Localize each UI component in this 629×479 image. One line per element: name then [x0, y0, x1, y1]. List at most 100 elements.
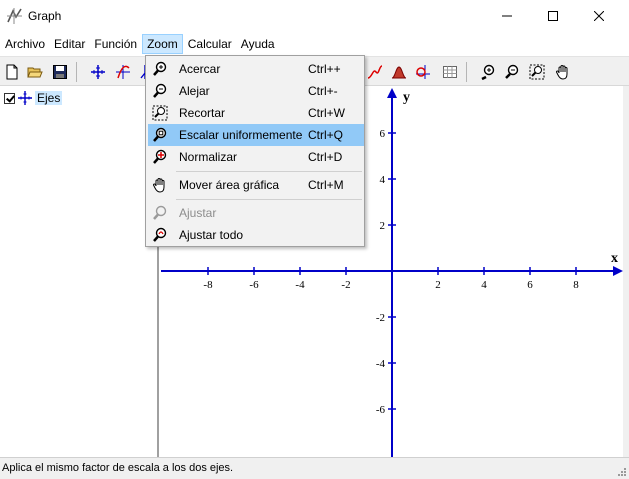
- menu-item-label: Recortar: [179, 106, 226, 120]
- menu-ayuda[interactable]: Ayuda: [237, 34, 279, 54]
- graph-app-icon: [7, 8, 22, 24]
- move-area-button[interactable]: [553, 62, 573, 82]
- maximize-button[interactable]: [530, 0, 576, 32]
- zoom-fit-icon: [151, 204, 169, 222]
- window-title: Graph: [28, 9, 62, 23]
- menu-editar[interactable]: Editar: [50, 34, 89, 54]
- graph-elements-tree[interactable]: Ejes: [0, 86, 159, 457]
- y-axis-arrow: [387, 88, 397, 98]
- menu-item-label: Ajustar todo: [179, 228, 244, 242]
- menu-separator: [176, 199, 362, 200]
- x-tick-label: -4: [295, 279, 305, 291]
- menu-item-label: Mover área gráfica: [179, 178, 280, 192]
- tree-item-axes[interactable]: Ejes: [4, 90, 63, 106]
- menu-item-normalizar[interactable]: Normalizar Ctrl+D: [148, 146, 364, 168]
- menu-bar: Archivo Editar Función Zoom Calcular Ayu…: [0, 33, 629, 55]
- save-button[interactable]: [50, 62, 70, 82]
- status-text: Aplica el mismo factor de escala a los d…: [2, 462, 234, 474]
- point-series-icon: [416, 65, 430, 79]
- function-icon: [116, 65, 130, 79]
- minimize-button[interactable]: [484, 0, 530, 32]
- x-tick-label: 2: [435, 279, 441, 291]
- close-icon: [594, 11, 604, 21]
- close-button[interactable]: [576, 0, 622, 32]
- toolbar-separator: [466, 62, 467, 82]
- menu-item-ajustar-todo[interactable]: Ajustar todo: [148, 224, 364, 246]
- menu-zoom[interactable]: Zoom: [142, 34, 183, 54]
- zoom-in-icon: [481, 64, 495, 80]
- new-button[interactable]: [2, 62, 22, 82]
- zoom-out-button[interactable]: [502, 62, 522, 82]
- axes-visibility-checkbox[interactable]: [4, 92, 15, 104]
- menu-separator: [176, 171, 362, 172]
- zoom-out-icon: [505, 64, 519, 79]
- y-tick-label: 2: [380, 220, 386, 232]
- axes-icon: [91, 65, 105, 79]
- menu-item-label: Acercar: [179, 62, 221, 76]
- zoom-window-icon: [529, 64, 545, 80]
- menu-item-label: Ajustar: [179, 206, 217, 220]
- curve-icon: [367, 65, 383, 79]
- zoom-in-icon: [151, 60, 169, 78]
- x-tick-label: -2: [341, 279, 350, 291]
- table-icon: [443, 66, 457, 78]
- y-axis-label: y: [403, 90, 410, 105]
- x-tick-label: 6: [527, 279, 533, 291]
- zoom-in-button[interactable]: [478, 62, 498, 82]
- menu-item-label: Normalizar: [179, 150, 238, 164]
- open-button[interactable]: [25, 62, 45, 82]
- menu-item-acercar[interactable]: Acercar Ctrl++: [148, 58, 364, 80]
- x-tick-label: 8: [573, 279, 579, 291]
- x-tick-label: 4: [481, 279, 487, 291]
- insert-function-button[interactable]: [113, 62, 133, 82]
- status-bar: Aplica el mismo factor de escala a los d…: [0, 457, 629, 479]
- maximize-icon: [548, 11, 558, 21]
- x-axis-arrow: [613, 266, 623, 276]
- y-tick-label: -2: [376, 312, 385, 324]
- menu-item-shortcut: Ctrl+D: [308, 150, 343, 164]
- menu-item-shortcut: Ctrl+Q: [308, 128, 344, 142]
- tree-item-label: Ejes: [35, 91, 63, 105]
- menu-item-shortcut: Ctrl++: [308, 62, 341, 76]
- resize-grip-icon[interactable]: [615, 465, 627, 477]
- zoom-window-button[interactable]: [527, 62, 547, 82]
- plot-right-edge: [623, 86, 629, 457]
- hand-icon: [151, 176, 169, 194]
- minimize-icon: [502, 15, 512, 17]
- hand-icon: [555, 64, 568, 80]
- zoom-square-icon: [151, 126, 169, 144]
- menu-archivo[interactable]: Archivo: [1, 34, 49, 54]
- menu-calcular[interactable]: Calcular: [184, 34, 236, 54]
- zoom-out-icon: [151, 82, 169, 100]
- new-file-icon: [6, 64, 18, 80]
- x-tick-label: -8: [203, 279, 213, 291]
- insert-point-series-button[interactable]: [413, 62, 433, 82]
- menu-item-alejar[interactable]: Alejar Ctrl+-: [148, 80, 364, 102]
- menu-item-shortcut: Ctrl+M: [308, 178, 344, 192]
- edit-axes-button[interactable]: [88, 62, 108, 82]
- save-disk-icon: [53, 65, 67, 79]
- zoom-window-icon: [151, 104, 169, 122]
- x-axis-label: x: [611, 251, 618, 266]
- y-tick-label: 6: [380, 128, 386, 140]
- zoom-fit-all-icon: [151, 226, 169, 244]
- insert-shading-button[interactable]: [389, 62, 409, 82]
- title-bar: Graph: [0, 0, 629, 32]
- menu-funcion[interactable]: Función: [90, 34, 141, 54]
- menu-item-ajustar: Ajustar: [148, 202, 364, 224]
- menu-item-escalar-uniformemente[interactable]: Escalar uniformemente Ctrl+Q: [148, 124, 364, 146]
- x-tick-label: -6: [249, 279, 259, 291]
- axes-icon: [18, 91, 32, 105]
- menu-item-label: Escalar uniformemente: [179, 128, 303, 142]
- y-tick-label: -6: [376, 404, 386, 416]
- menu-item-mover-area-grafica[interactable]: Mover área gráfica Ctrl+M: [148, 174, 364, 196]
- y-tick-label: 4: [380, 174, 386, 186]
- insert-trendline-button[interactable]: [365, 62, 385, 82]
- menu-item-recortar[interactable]: Recortar Ctrl+W: [148, 102, 364, 124]
- zoom-standard-icon: [151, 148, 169, 166]
- menu-item-shortcut: Ctrl+W: [308, 106, 345, 120]
- y-tick-label: -4: [376, 358, 386, 370]
- table-button[interactable]: [440, 62, 460, 82]
- menu-item-label: Alejar: [179, 84, 210, 98]
- zoom-dropdown-menu: Acercar Ctrl++ Alejar Ctrl+- Recortar Ct…: [145, 55, 365, 247]
